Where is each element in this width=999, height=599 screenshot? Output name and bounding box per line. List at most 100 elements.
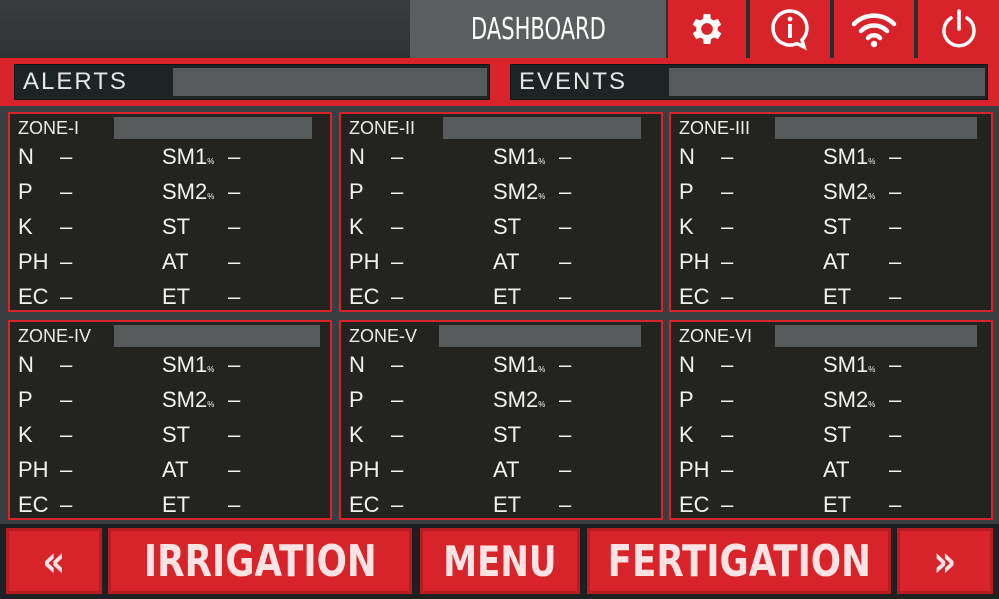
reading-value-ec: – [60, 492, 73, 517]
reading-label-text: ET [823, 284, 852, 309]
reading-label-text: SM2 [162, 179, 208, 204]
reading-label-text: AT [493, 249, 520, 274]
zone-reading-row: P – SM2% – [349, 387, 649, 415]
reading-label-text: ET [823, 492, 852, 517]
reading-label-ec: EC [679, 284, 710, 309]
reading-label-text: SM2 [162, 387, 208, 412]
reading-value-p: – [60, 179, 73, 204]
alerts-value [173, 68, 487, 96]
reading-label-text: ST [823, 214, 852, 239]
power-button[interactable] [918, 0, 999, 58]
percent-unit: % [538, 192, 546, 201]
reading-label-text: ET [493, 492, 522, 517]
reading-label-k: K [18, 214, 33, 239]
next-page-button[interactable]: » [897, 528, 993, 594]
zone-panel[interactable]: ZONE-I N – SM1% – P – SM2% – K – ST – PH – AT – EC – ET – [8, 112, 332, 312]
zone-reading-row: PH – AT – [679, 249, 979, 277]
gear-icon [692, 14, 722, 44]
reading-label-ph: PH [679, 249, 710, 274]
reading-label-at: AT [162, 249, 188, 275]
info-button[interactable] [750, 0, 830, 58]
reading-value-ec: – [391, 284, 404, 309]
wifi-button[interactable] [834, 0, 914, 58]
zone-panel[interactable]: ZONE-V N – SM1% – P – SM2% – K – ST – PH – AT – EC – ET – [339, 320, 663, 520]
events-value [669, 68, 985, 96]
prev-page-button[interactable]: « [6, 528, 102, 594]
top-bar-background [0, 0, 410, 58]
zone-name: ZONE-IV [18, 326, 92, 346]
reading-label-sm2: SM2% [493, 179, 545, 205]
reading-label-ec: EC [349, 284, 380, 309]
reading-label-n: N [679, 352, 695, 377]
reading-label-sm1: SM1% [162, 352, 214, 378]
reading-label-k: K [349, 422, 364, 447]
reading-label-et: ET [162, 284, 190, 310]
reading-value-n: – [721, 352, 734, 377]
zone-reading-row: K – ST – [349, 422, 649, 450]
reading-value-k: – [60, 214, 73, 239]
reading-label-et: ET [162, 492, 190, 518]
reading-label-text: SM1 [823, 352, 869, 377]
zone-name: ZONE-VI [679, 326, 753, 346]
zone-status-bar [114, 117, 312, 139]
reading-label-sm2: SM2% [823, 179, 875, 205]
reading-label-text: SM1 [493, 352, 539, 377]
zone-panel[interactable]: ZONE-IV N – SM1% – P – SM2% – K – ST – PH – AT – EC – ET – [8, 320, 332, 520]
reading-value-sm2: – [559, 179, 572, 204]
percent-unit: % [207, 192, 215, 201]
percent-unit: % [538, 157, 546, 166]
reading-label-at: AT [493, 457, 519, 483]
zone-status-bar [443, 117, 641, 139]
reading-label-ph: PH [679, 457, 710, 482]
reading-label-p: P [18, 387, 33, 412]
reading-value-st: – [889, 422, 902, 447]
reading-value-ph: – [391, 457, 404, 482]
reading-label-et: ET [493, 492, 521, 518]
reading-value-et: – [559, 492, 572, 517]
reading-label-text: SM1 [823, 144, 869, 169]
reading-value-sm2: – [228, 387, 241, 412]
reading-label-text: SM2 [823, 179, 869, 204]
reading-label-k: K [18, 422, 33, 447]
alerts-panel: ALERTS [14, 64, 490, 100]
zone-reading-row: P – SM2% – [349, 179, 649, 207]
reading-label-st: ST [162, 422, 190, 448]
reading-value-et: – [889, 492, 902, 517]
zone-reading-row: PH – AT – [349, 249, 649, 277]
reading-label-ec: EC [679, 492, 710, 517]
reading-value-sm2: – [559, 387, 572, 412]
reading-label-sm1: SM1% [823, 352, 875, 378]
reading-label-p: P [679, 179, 694, 204]
reading-label-st: ST [493, 422, 521, 448]
reading-value-et: – [228, 284, 241, 309]
zone-panel[interactable]: ZONE-II N – SM1% – P – SM2% – K – ST – PH – AT – EC – ET – [339, 112, 663, 312]
zone-reading-row: N – SM1% – [18, 144, 318, 172]
reading-label-n: N [679, 144, 695, 169]
reading-label-k: K [679, 422, 694, 447]
zone-name: ZONE-III [679, 118, 750, 138]
zone-panel[interactable]: ZONE-VI N – SM1% – P – SM2% – K – ST – PH – AT – EC – ET – [669, 320, 993, 520]
percent-unit: % [868, 365, 876, 374]
reading-label-text: AT [493, 457, 520, 482]
reading-label-k: K [349, 214, 364, 239]
menu-button[interactable]: MENU [420, 528, 580, 594]
reading-label-at: AT [493, 249, 519, 275]
reading-value-k: – [721, 214, 734, 239]
reading-label-text: AT [823, 249, 850, 274]
fertigation-button[interactable]: FERTIGATION [587, 528, 891, 594]
reading-label-n: N [349, 352, 365, 377]
reading-label-n: N [18, 352, 34, 377]
zone-reading-row: N – SM1% – [349, 144, 649, 172]
reading-value-sm1: – [228, 144, 241, 169]
settings-button[interactable] [668, 0, 746, 58]
reading-label-k: K [679, 214, 694, 239]
zone-name: ZONE-V [349, 326, 418, 346]
zone-reading-row: P – SM2% – [679, 179, 979, 207]
irrigation-button[interactable]: IRRIGATION [108, 528, 412, 594]
reading-value-ph: – [391, 249, 404, 274]
percent-unit: % [538, 365, 546, 374]
zone-panel[interactable]: ZONE-III N – SM1% – P – SM2% – K – ST – PH – AT – EC – ET – [669, 112, 993, 312]
reading-value-p: – [721, 387, 734, 412]
reading-label-text: ET [162, 284, 191, 309]
zone-status-bar [439, 325, 641, 347]
